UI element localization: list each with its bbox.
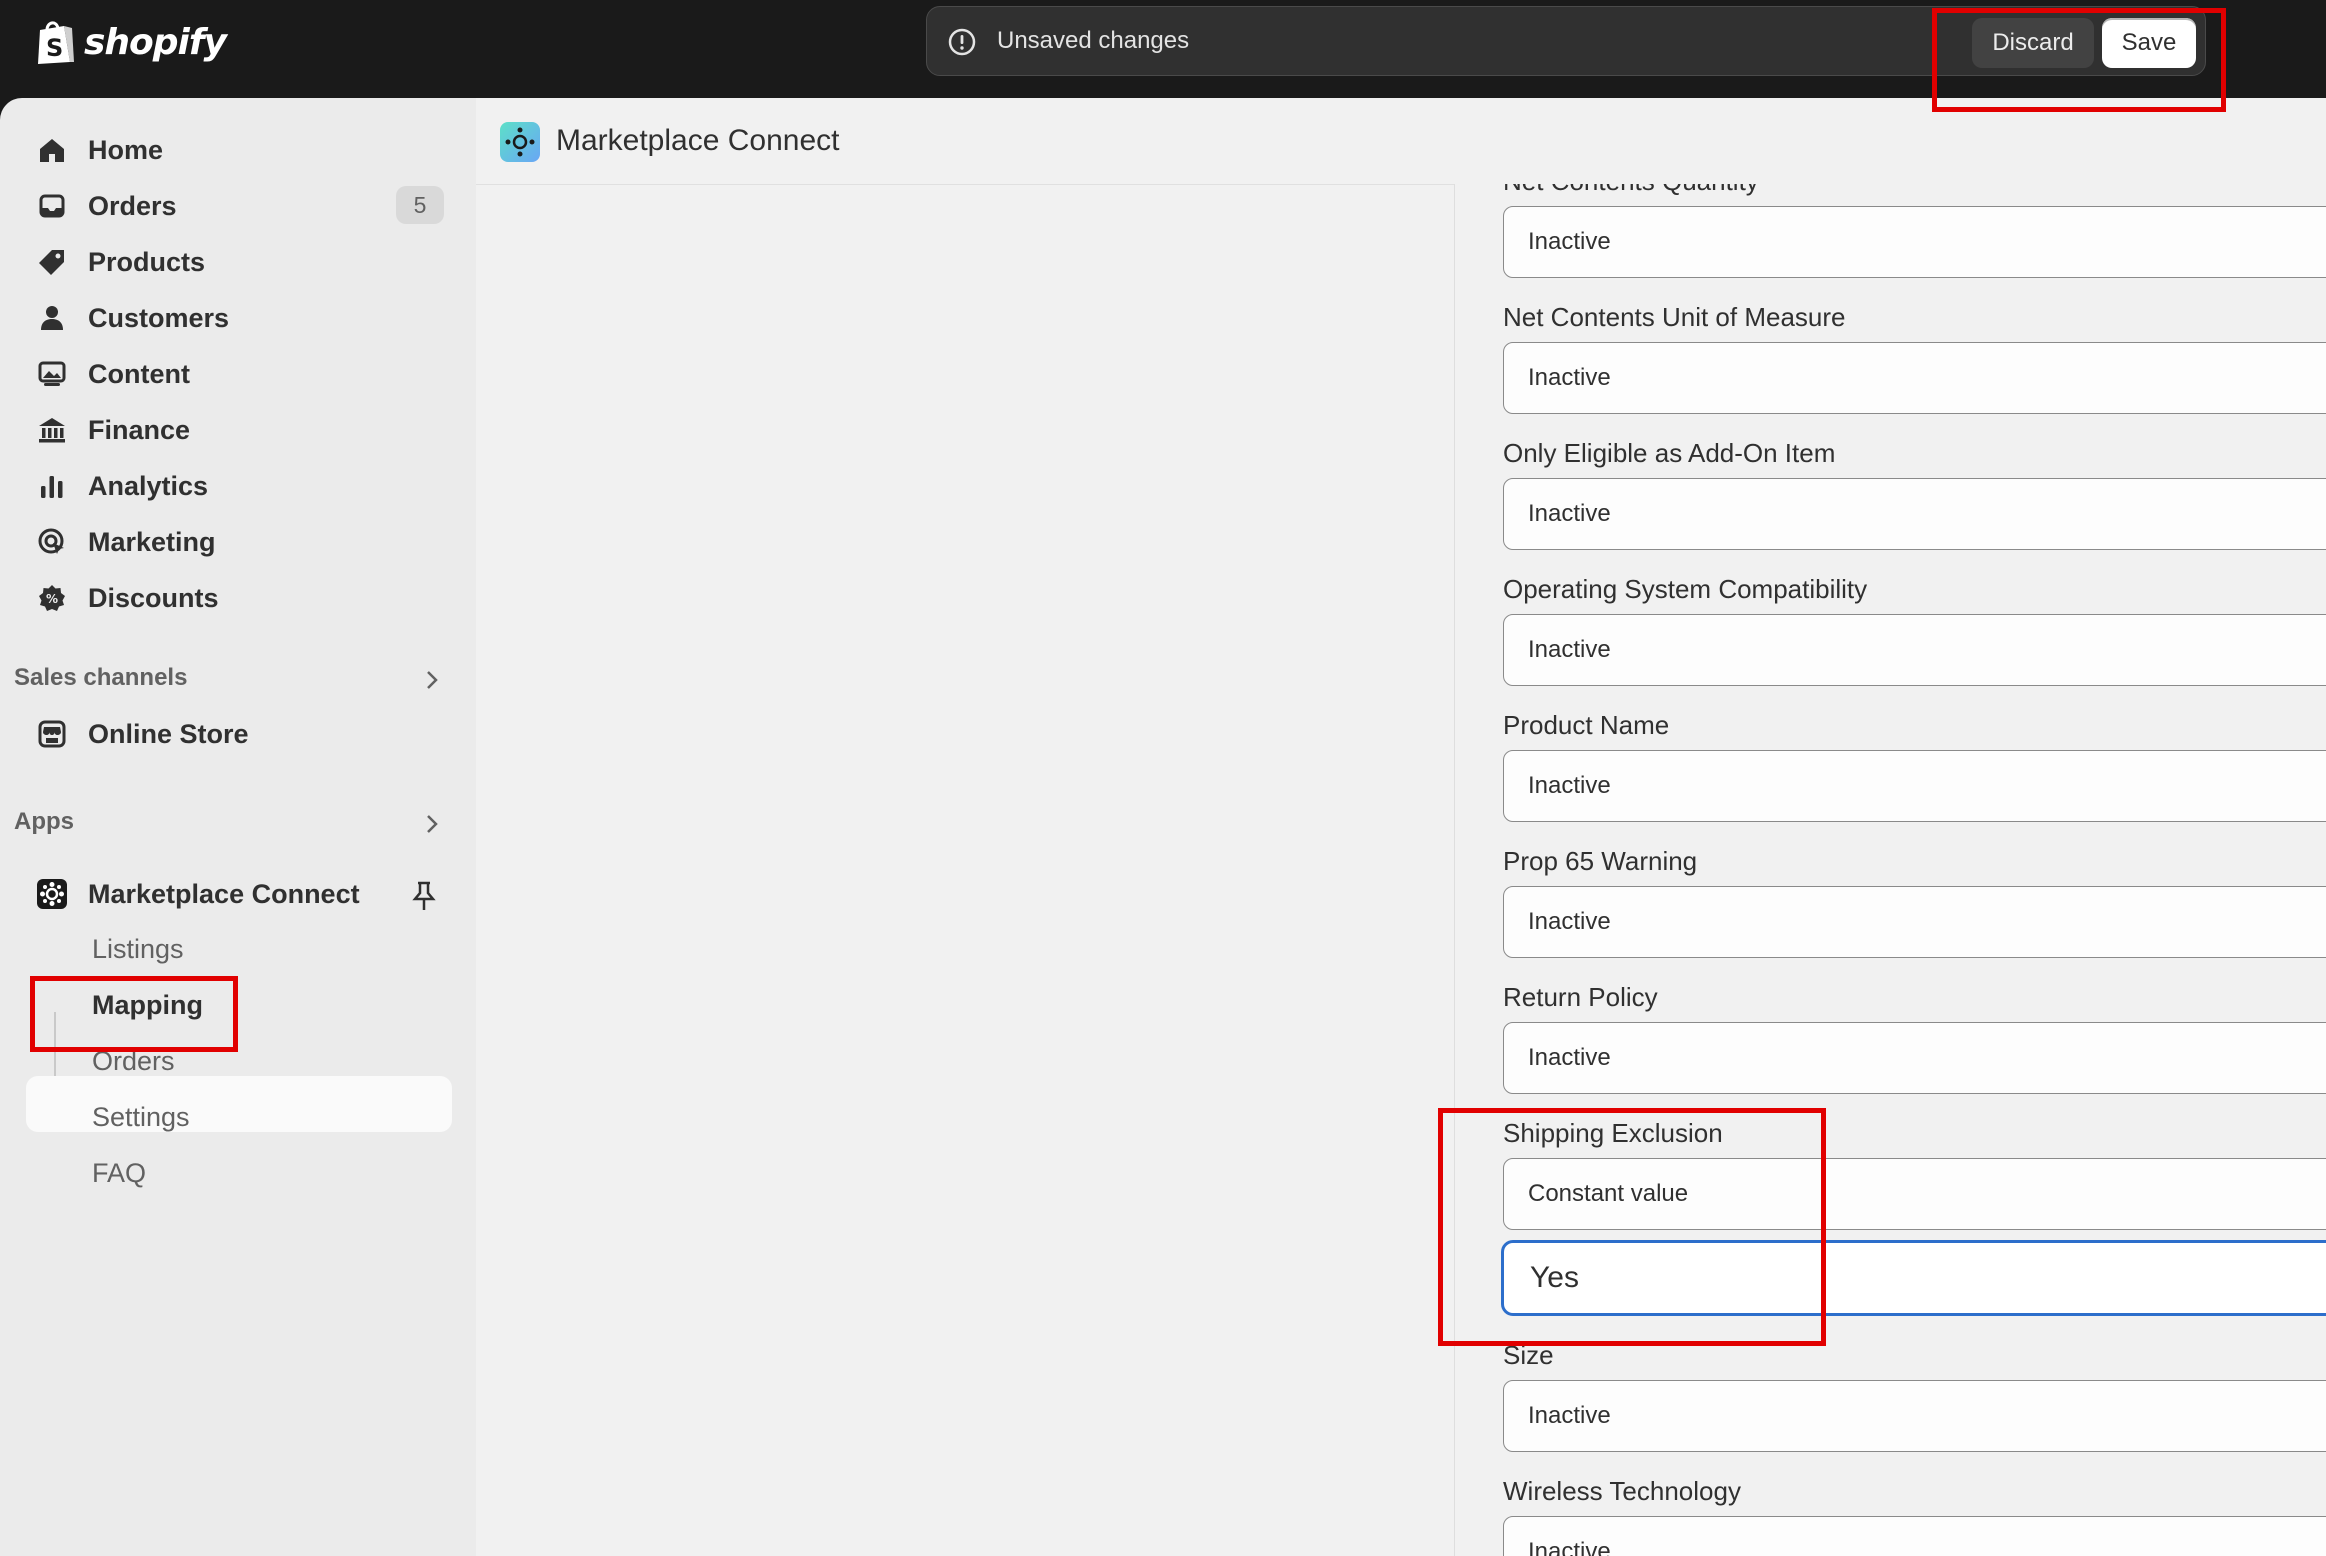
sidebar-item-discounts[interactable]: % Discounts (36, 576, 219, 620)
sidebar-item-label: Marketplace Connect (88, 878, 360, 909)
inbox-icon (39, 194, 65, 218)
unsaved-changes-text: Unsaved changes (997, 27, 1190, 54)
select-net-contents-quantity[interactable]: Inactive (1503, 206, 2326, 278)
chevron-right-icon[interactable] (420, 668, 444, 692)
select-size[interactable]: Inactive (1503, 1380, 2326, 1452)
field-label-net-contents-quantity: Net Contents Quantity (1503, 184, 1759, 197)
sidebar-item-label: Online Store (88, 718, 249, 749)
person-icon (41, 306, 63, 330)
sidebar-item-finance[interactable]: Finance (36, 408, 190, 452)
sidebar-item-label: Marketing (88, 526, 216, 557)
shopify-logo[interactable]: S shopify (34, 16, 227, 68)
pin-icon[interactable] (410, 880, 438, 912)
highlight-box-mapping (30, 976, 238, 1052)
field-label-prop-65-warning: Prop 65 Warning (1503, 846, 1698, 876)
sidebar-item-label: Orders (88, 190, 177, 221)
chevron-right-icon[interactable] (420, 812, 444, 836)
home-icon (40, 139, 64, 162)
select-net-contents-unit[interactable]: Inactive (1503, 342, 2326, 414)
select-wireless-technology[interactable]: Inactive (1503, 1516, 2326, 1556)
apps-heading: Apps (14, 808, 74, 835)
sidebar-subitem-settings[interactable]: Settings (92, 1102, 190, 1133)
svg-text:S: S (46, 34, 63, 62)
shopify-bag-icon: S (38, 21, 74, 64)
sidebar-item-orders[interactable]: Orders (36, 184, 177, 228)
field-label-wireless-technology: Wireless Technology (1503, 1476, 1741, 1506)
sidebar-subitem-faq[interactable]: FAQ (92, 1158, 146, 1189)
sidebar-item-marketplace-connect[interactable]: Marketplace Connect (36, 872, 360, 916)
sidebar-item-content[interactable]: Content (36, 352, 190, 396)
sidebar-item-label: Discounts (88, 582, 219, 613)
tag-icon (39, 250, 64, 275)
sidebar-item-label: Home (88, 134, 164, 165)
sidebar-item-label: Finance (88, 414, 191, 445)
sidebar-item-customers[interactable]: Customers (36, 296, 229, 340)
sales-channels-heading: Sales channels (14, 664, 188, 691)
target-icon (38, 528, 64, 554)
select-prop-65-warning[interactable]: Inactive (1503, 886, 2326, 958)
select-product-name[interactable]: Inactive (1503, 750, 2326, 822)
field-label-add-on-item: Only Eligible as Add-On Item (1503, 438, 1836, 468)
alert-circle-icon (948, 28, 976, 56)
sidebar-item-analytics[interactable]: Analytics (36, 464, 208, 508)
page-title: Marketplace Connect (556, 124, 840, 157)
bank-icon (39, 418, 65, 443)
field-label-os-compatibility: Operating System Compatibility (1503, 574, 1868, 604)
store-icon (38, 720, 66, 748)
sidebar-item-label: Customers (88, 302, 230, 333)
sidebar-subitem-listings[interactable]: Listings (92, 934, 184, 965)
logo-text: shopify (84, 21, 227, 63)
sidebar-item-label: Content (88, 358, 190, 389)
select-os-compatibility[interactable]: Inactive (1503, 614, 2326, 686)
bar-chart-icon (41, 476, 63, 498)
sidebar-item-label: Analytics (88, 470, 209, 501)
svg-text:%: % (46, 592, 58, 606)
sidebar-item-label: Products (88, 246, 206, 277)
select-add-on-item[interactable]: Inactive (1503, 478, 2326, 550)
field-label-product-name: Product Name (1503, 710, 1670, 740)
sidebar-item-marketing[interactable]: Marketing (36, 520, 216, 564)
mapping-form: Net Contents Quantity Inactive Net Conte… (1454, 184, 2326, 1556)
highlight-box-shipping-exclusion (1438, 1108, 1826, 1346)
discount-icon: % (39, 585, 65, 611)
field-label-return-policy: Return Policy (1503, 982, 1658, 1012)
active-item-background (26, 1076, 452, 1132)
marketplace-connect-logo-icon (500, 122, 540, 162)
sidebar-item-home[interactable]: Home (36, 128, 163, 172)
select-return-policy[interactable]: Inactive (1503, 1022, 2326, 1094)
orders-count-badge: 5 (396, 186, 444, 224)
marketplace-connect-app-icon (37, 879, 67, 909)
sidebar: Home Orders 5 Products Customers Content… (0, 98, 476, 1556)
image-icon (38, 361, 66, 386)
field-label-net-contents-unit: Net Contents Unit of Measure (1503, 302, 1846, 332)
sidebar-item-online-store[interactable]: Online Store (36, 712, 249, 756)
sidebar-item-products[interactable]: Products (36, 240, 205, 284)
highlight-box-save (1932, 8, 2226, 112)
